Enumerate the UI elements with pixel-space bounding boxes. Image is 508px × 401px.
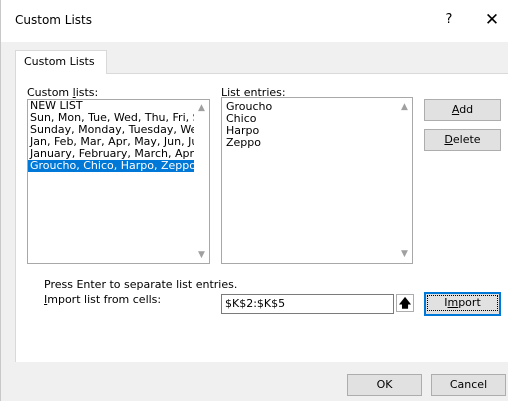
custom-lists-listbox[interactable]: NEW LIST Sun, Mon, Tue, Wed, Thu, Fri, S…	[27, 99, 210, 264]
collapse-dialog-button[interactable]: 🡅	[396, 294, 414, 312]
scroll-down-icon[interactable]: ▼	[194, 248, 209, 262]
add-button-label: Add	[451, 103, 474, 116]
cancel-button[interactable]: Cancel	[431, 374, 506, 396]
dialog-title: Custom Lists	[15, 13, 93, 27]
import-from-label: Import list from cells:	[44, 293, 161, 306]
import-range-input[interactable]: $K$2:$K$5	[221, 294, 394, 314]
custom-lists-label-text: Custom lists:	[27, 86, 99, 99]
title-bar: Custom Lists ? ✕	[1, 0, 508, 42]
delete-button[interactable]: Delete	[424, 129, 501, 151]
list-item-selected[interactable]: Groucho, Chico, Harpo, Zeppo	[28, 160, 196, 172]
close-icon: ✕	[484, 10, 500, 30]
import-button-label: Import	[427, 295, 498, 311]
scroll-down-icon[interactable]: ▼	[397, 247, 412, 261]
add-button[interactable]: Add	[424, 99, 501, 121]
upload-arrow-icon: 🡅	[398, 296, 412, 310]
custom-lists-label: Custom lists:	[27, 86, 98, 99]
import-from-label-text: Import list from cells:	[44, 293, 162, 306]
import-button[interactable]: Import	[424, 292, 501, 316]
custom-lists-scrollbar[interactable]: ▲ ▼	[194, 100, 209, 263]
close-button[interactable]: ✕	[480, 8, 504, 32]
tab-custom-lists[interactable]: Custom Lists	[15, 50, 107, 74]
hint-text: Press Enter to separate list entries.	[44, 278, 238, 291]
scroll-up-icon[interactable]: ▲	[194, 101, 209, 115]
scroll-up-icon[interactable]: ▲	[397, 100, 412, 114]
custom-lists-dialog: Custom Lists ? ✕ Custom Lists Custom lis…	[0, 0, 508, 401]
entry-line: Zeppo	[226, 136, 261, 149]
ok-button[interactable]: OK	[347, 374, 422, 396]
help-button[interactable]: ?	[438, 8, 460, 32]
list-entries-scrollbar[interactable]: ▲ ▼	[397, 98, 412, 263]
list-entries-textbox[interactable]: Groucho Chico Harpo Zeppo ▲ ▼	[221, 97, 413, 264]
delete-button-label: Delete	[444, 133, 481, 146]
